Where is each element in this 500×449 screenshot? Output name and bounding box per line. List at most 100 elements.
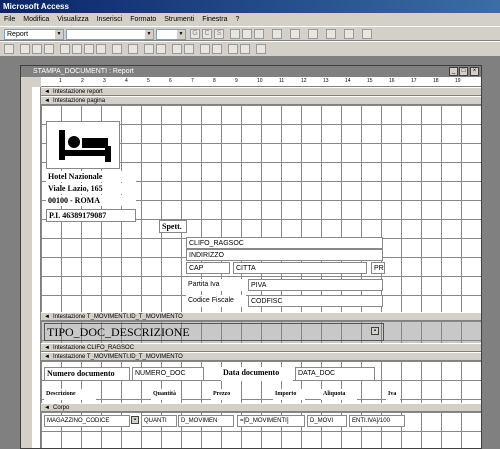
chevron-down-icon: ▼ bbox=[55, 30, 63, 39]
align-center-icon[interactable] bbox=[242, 29, 252, 39]
section-group-movimento-1[interactable]: Intestazione T_MOVIMENTI.ID_T_MOVIMENTO bbox=[41, 312, 481, 321]
col-quantita[interactable]: Quantità bbox=[151, 389, 181, 400]
codfisc-field[interactable]: CODFISC bbox=[248, 295, 383, 307]
align-left-icon[interactable] bbox=[230, 29, 240, 39]
new-object-icon[interactable] bbox=[240, 44, 250, 54]
preview-icon[interactable] bbox=[44, 44, 54, 54]
menu-finestra[interactable]: Finestra bbox=[202, 16, 227, 23]
numero-doc-field[interactable]: NUMERO_DOC bbox=[132, 367, 204, 381]
ruler-mark: 14 bbox=[345, 78, 351, 84]
help-icon[interactable] bbox=[256, 44, 266, 54]
quanti-field[interactable]: QUANTI bbox=[141, 415, 177, 427]
view-icon[interactable] bbox=[4, 44, 14, 54]
numero-documento-label[interactable]: Numero documento bbox=[44, 367, 130, 381]
formatting-toolbar: Report ▼ ▼ ▼ G C S bbox=[0, 26, 500, 41]
hotel-vat[interactable]: P.I. 46389179087 bbox=[46, 209, 136, 222]
underline-button[interactable]: S bbox=[214, 29, 224, 39]
codice-fiscale-label[interactable]: Codice Fiscale bbox=[186, 295, 246, 307]
format-painter-icon[interactable] bbox=[96, 44, 106, 54]
d-movimen-field[interactable]: D_MOVIMEN bbox=[178, 415, 234, 427]
section-report-header[interactable]: Intestazione report bbox=[41, 87, 481, 96]
ruler-mark: 2 bbox=[81, 78, 84, 84]
maximize-button[interactable]: □ bbox=[459, 67, 468, 76]
spett-label[interactable]: Spett. bbox=[159, 220, 187, 233]
print-icon[interactable] bbox=[32, 44, 42, 54]
menu-help[interactable]: ? bbox=[235, 16, 239, 23]
ruler-mark: 1 bbox=[59, 78, 62, 84]
database-window-icon[interactable] bbox=[228, 44, 238, 54]
minimize-button[interactable]: _ bbox=[449, 67, 458, 76]
ruler-mark: 16 bbox=[389, 78, 395, 84]
align-right-icon[interactable] bbox=[254, 29, 264, 39]
section-page-header[interactable]: Intestazione pagina bbox=[41, 96, 481, 105]
menu-visualizza[interactable]: Visualizza bbox=[57, 16, 88, 23]
close-button[interactable]: × bbox=[470, 67, 479, 76]
hotel-name[interactable]: Hotel Nazionale bbox=[46, 171, 136, 182]
iva-calc-field[interactable]: ENTI.IVA]/100 bbox=[349, 415, 405, 427]
menu-bar: File Modifica Visualizza Inserisci Forma… bbox=[0, 13, 500, 26]
copy-icon[interactable] bbox=[72, 44, 82, 54]
field-list-icon[interactable] bbox=[144, 44, 154, 54]
build-icon[interactable] bbox=[212, 44, 222, 54]
menu-inserisci[interactable]: Inserisci bbox=[97, 16, 123, 23]
section-group-movimento-2[interactable]: Intestazione T_MOVIMENTI.ID_T_MOVIMENTO bbox=[41, 352, 481, 361]
cap-field[interactable]: CAP bbox=[186, 262, 230, 274]
italic-button[interactable]: C bbox=[202, 29, 212, 39]
border-icon[interactable] bbox=[344, 29, 354, 39]
sorting-icon[interactable] bbox=[128, 44, 138, 54]
object-combo[interactable]: Report ▼ bbox=[4, 29, 64, 40]
citta-field[interactable]: CITTA bbox=[233, 262, 367, 274]
menu-formato[interactable]: Formato bbox=[130, 16, 156, 23]
magazzino-codice-field[interactable]: MAGAZZINO_CODICE bbox=[44, 415, 130, 427]
hotel-address[interactable]: Viale Lazio, 165 bbox=[46, 183, 136, 194]
prov-field[interactable]: PR( bbox=[371, 262, 385, 274]
fill-color-icon[interactable] bbox=[272, 29, 282, 39]
undo-icon[interactable] bbox=[112, 44, 122, 54]
ruler-mark: 18 bbox=[433, 78, 439, 84]
col-importo[interactable]: Importo bbox=[273, 389, 305, 400]
ruler-corner[interactable] bbox=[21, 77, 32, 87]
size-combo[interactable]: ▼ bbox=[156, 29, 186, 40]
d-movi-field[interactable]: D_MOVI bbox=[307, 415, 347, 427]
indirizzo-field[interactable]: INDIRIZZO bbox=[186, 249, 383, 261]
bold-button[interactable]: G bbox=[190, 29, 200, 39]
hotel-city[interactable]: 00100 - ROMA bbox=[46, 195, 136, 206]
col-aliquota[interactable]: Aliquota bbox=[321, 389, 357, 400]
cut-icon[interactable] bbox=[60, 44, 70, 54]
ruler-mark: 10 bbox=[257, 78, 263, 84]
section-group-clifo[interactable]: Intestazione CLIFO_RAGSOC bbox=[41, 343, 481, 352]
line-color-icon[interactable] bbox=[308, 29, 318, 39]
effect-icon[interactable] bbox=[362, 29, 372, 39]
font-color-icon[interactable] bbox=[290, 29, 300, 39]
partita-iva-label[interactable]: Partita Iva bbox=[186, 279, 242, 291]
menu-file[interactable]: File bbox=[4, 16, 15, 23]
col-prezzo[interactable]: Prezzo bbox=[211, 389, 241, 400]
properties-icon[interactable] bbox=[200, 44, 210, 54]
col-iva[interactable]: Iva bbox=[386, 389, 400, 400]
combo-arrow-icon[interactable]: ▪ bbox=[131, 416, 139, 424]
importo-calc-field[interactable]: =[D_MOVIMENTI] bbox=[237, 415, 305, 427]
paste-icon[interactable] bbox=[84, 44, 94, 54]
line-width-icon[interactable] bbox=[326, 29, 336, 39]
autoformat-icon[interactable] bbox=[172, 44, 182, 54]
section-detail[interactable]: Corpo bbox=[41, 403, 481, 412]
font-combo[interactable]: ▼ bbox=[66, 29, 154, 40]
clifo-ragsoc-field[interactable]: CLIFO_RAGSOC bbox=[186, 237, 383, 249]
report-design-window: STAMPA_DOCUMENTI : Report _ □ × 12345678… bbox=[20, 65, 482, 449]
toolbox-icon[interactable] bbox=[156, 44, 166, 54]
col-descrizione[interactable]: Descrizione bbox=[44, 389, 96, 400]
save-icon[interactable] bbox=[20, 44, 30, 54]
data-documento-label[interactable]: Data documento bbox=[221, 367, 293, 381]
tipo-doc-descrizione-field[interactable]: TIPO_DOC_DESCRIZIONE bbox=[44, 323, 384, 341]
report-window-title: STAMPA_DOCUMENTI : Report bbox=[21, 66, 481, 77]
ruler-mark: 7 bbox=[191, 78, 194, 84]
menu-strumenti[interactable]: Strumenti bbox=[164, 16, 194, 23]
menu-modifica[interactable]: Modifica bbox=[23, 16, 49, 23]
piva-field[interactable]: PIVA bbox=[248, 279, 383, 291]
ruler-mark: 8 bbox=[213, 78, 216, 84]
ruler-mark: 17 bbox=[411, 78, 417, 84]
combo-arrow-icon[interactable]: ▪ bbox=[371, 327, 379, 335]
bed-icon[interactable] bbox=[46, 121, 120, 169]
data-doc-field[interactable]: DATA_DOC bbox=[295, 367, 375, 381]
code-icon[interactable] bbox=[184, 44, 194, 54]
